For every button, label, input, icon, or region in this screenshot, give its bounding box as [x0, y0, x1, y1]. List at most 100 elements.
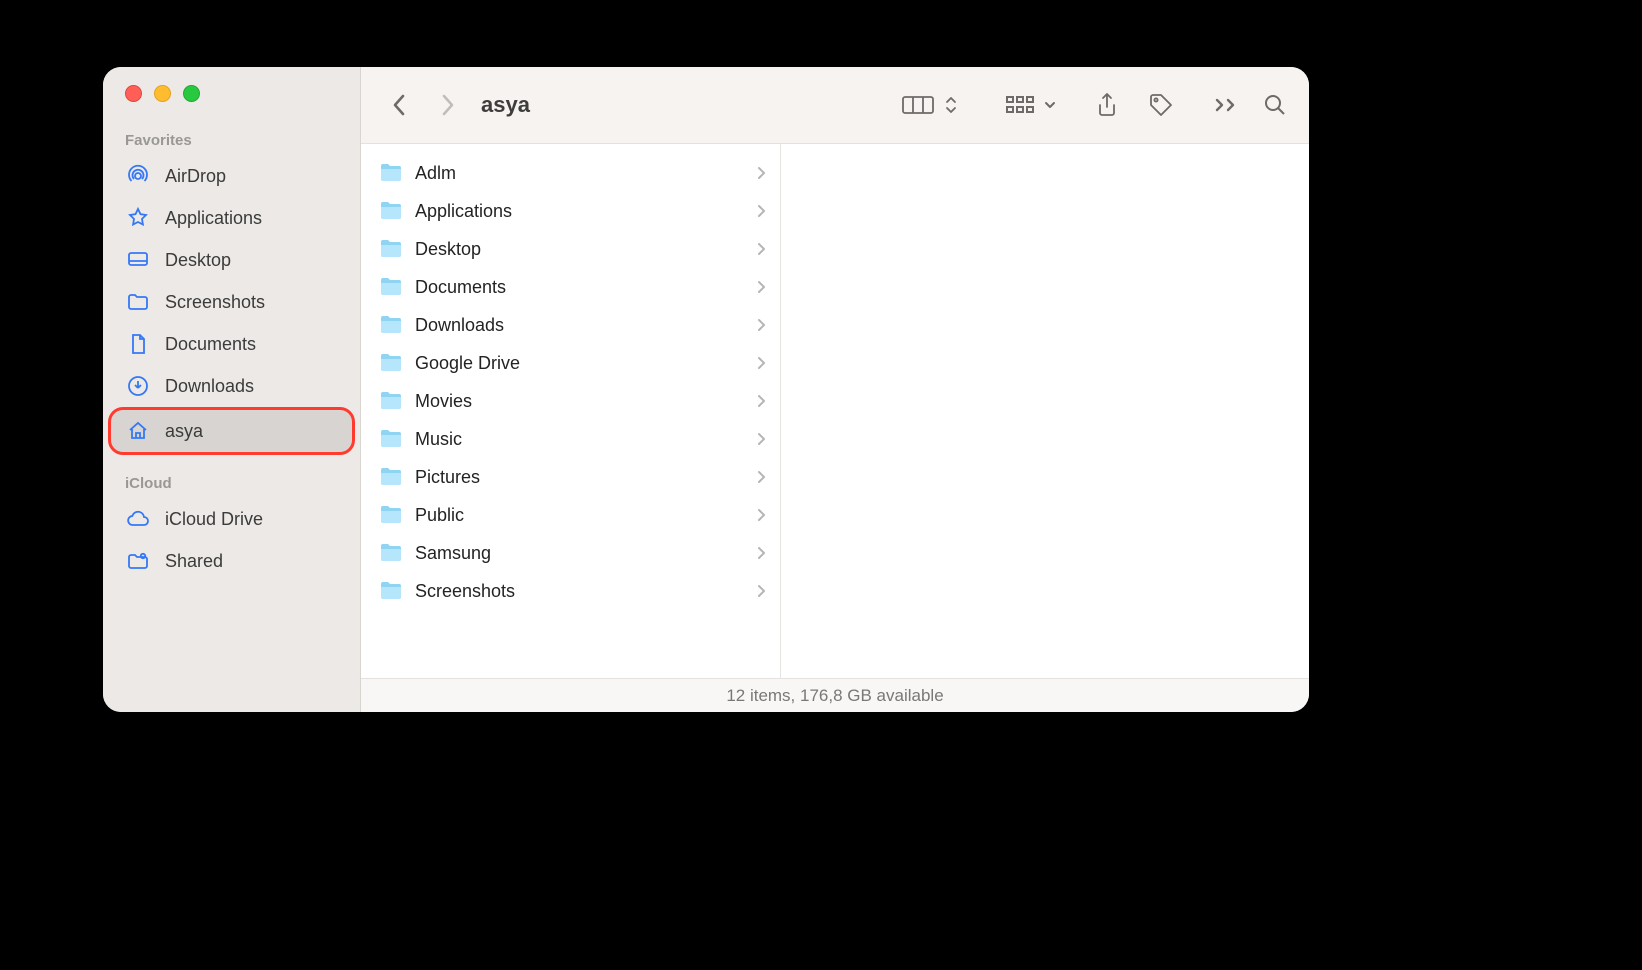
forward-button[interactable] [427, 85, 467, 125]
sidebar-item-screenshots[interactable]: Screenshots [103, 281, 360, 323]
folder-name: Screenshots [415, 581, 515, 602]
desktop-icon [125, 247, 151, 273]
folder-name: Pictures [415, 467, 480, 488]
main-area: asya [361, 67, 1309, 712]
folder-row[interactable]: Movies [361, 382, 780, 420]
sidebar-item-label: Downloads [165, 376, 254, 397]
sidebar-item-documents[interactable]: Documents [103, 323, 360, 365]
tags-button[interactable] [1141, 85, 1181, 125]
folder-name: Public [415, 505, 464, 526]
chevron-right-icon [757, 508, 766, 522]
chevron-right-icon [757, 546, 766, 560]
sidebar-item-home[interactable]: asya [111, 410, 352, 452]
folder-name: Documents [415, 277, 506, 298]
sidebar-item-downloads[interactable]: Downloads [103, 365, 360, 407]
folder-name: Music [415, 429, 462, 450]
sidebar-item-label: Desktop [165, 250, 231, 271]
minimize-window-button[interactable] [154, 85, 171, 102]
chevron-right-icon [757, 584, 766, 598]
folder-icon [379, 239, 403, 259]
folder-icon [379, 277, 403, 297]
chevron-right-icon [757, 166, 766, 180]
folder-row[interactable]: Desktop [361, 230, 780, 268]
sidebar-item-label: Shared [165, 551, 223, 572]
folder-row[interactable]: Public [361, 496, 780, 534]
folder-row[interactable]: Adlm [361, 154, 780, 192]
chevron-right-icon [757, 318, 766, 332]
folder-row[interactable]: Pictures [361, 458, 780, 496]
folder-row[interactable]: Screenshots [361, 572, 780, 610]
folder-name: Adlm [415, 163, 456, 184]
sidebar-item-applications[interactable]: Applications [103, 197, 360, 239]
sidebar-item-airdrop[interactable]: AirDrop [103, 155, 360, 197]
chevron-right-icon [757, 242, 766, 256]
folder-icon [379, 543, 403, 563]
group-by-control[interactable] [1005, 94, 1057, 116]
folder-icon [379, 201, 403, 221]
folder-row[interactable]: Applications [361, 192, 780, 230]
finder-window: Favorites AirDrop Applications [103, 67, 1309, 712]
chevron-right-icon [757, 204, 766, 218]
folder-name: Applications [415, 201, 512, 222]
folder-icon [379, 467, 403, 487]
chevron-right-icon [757, 280, 766, 294]
folder-name: Samsung [415, 543, 491, 564]
sidebar-item-label: Documents [165, 334, 256, 355]
sidebar-item-icloud-drive[interactable]: iCloud Drive [103, 498, 360, 540]
view-mode-control[interactable] [901, 93, 959, 117]
share-button[interactable] [1087, 85, 1127, 125]
chevron-right-icon [757, 394, 766, 408]
documents-icon [125, 331, 151, 357]
search-button[interactable] [1255, 85, 1295, 125]
home-icon [125, 418, 151, 444]
sidebar-item-shared[interactable]: Shared [103, 540, 360, 582]
column-2[interactable] [781, 144, 1309, 678]
column-1[interactable]: Adlm Applications Desktop Documents Download… [361, 144, 781, 678]
folder-icon [379, 505, 403, 525]
folder-row[interactable]: Google Drive [361, 344, 780, 382]
back-button[interactable] [379, 85, 419, 125]
sidebar-item-desktop[interactable]: Desktop [103, 239, 360, 281]
stage: Favorites AirDrop Applications [0, 0, 1642, 970]
downloads-icon [125, 373, 151, 399]
window-body: Favorites AirDrop Applications [103, 67, 1309, 712]
airdrop-icon [125, 163, 151, 189]
folder-row[interactable]: Downloads [361, 306, 780, 344]
folder-name: Desktop [415, 239, 481, 260]
folder-icon [379, 581, 403, 601]
folder-icon [379, 391, 403, 411]
folder-icon [125, 289, 151, 315]
folder-row[interactable]: Documents [361, 268, 780, 306]
status-bar: 12 items, 176,8 GB available [361, 678, 1309, 712]
shared-folder-icon [125, 548, 151, 574]
chevron-right-icon [757, 432, 766, 446]
fullscreen-window-button[interactable] [183, 85, 200, 102]
sidebar-section-favorites-label: Favorites [103, 126, 360, 155]
folder-row[interactable]: Music [361, 420, 780, 458]
sidebar: Favorites AirDrop Applications [103, 67, 361, 712]
applications-icon [125, 205, 151, 231]
folder-name: Movies [415, 391, 472, 412]
folder-icon [379, 163, 403, 183]
close-window-button[interactable] [125, 85, 142, 102]
sidebar-item-label: Screenshots [165, 292, 265, 313]
folder-icon [379, 429, 403, 449]
window-title: asya [481, 92, 530, 118]
folder-name: Downloads [415, 315, 504, 336]
toolbar: asya [361, 67, 1309, 144]
sidebar-item-label: AirDrop [165, 166, 226, 187]
folder-icon [379, 315, 403, 335]
folder-row[interactable]: Samsung [361, 534, 780, 572]
sidebar-section-icloud-label: iCloud [103, 469, 360, 498]
sidebar-item-label: iCloud Drive [165, 509, 263, 530]
folder-name: Google Drive [415, 353, 520, 374]
chevron-right-icon [757, 470, 766, 484]
icloud-icon [125, 506, 151, 532]
chevron-right-icon [757, 356, 766, 370]
more-toolbar-button[interactable] [1207, 85, 1247, 125]
sidebar-item-label: asya [165, 421, 203, 442]
window-controls [103, 81, 360, 126]
sidebar-item-label: Applications [165, 208, 262, 229]
folder-icon [379, 353, 403, 373]
content-columns: Adlm Applications Desktop Documents Download… [361, 144, 1309, 678]
